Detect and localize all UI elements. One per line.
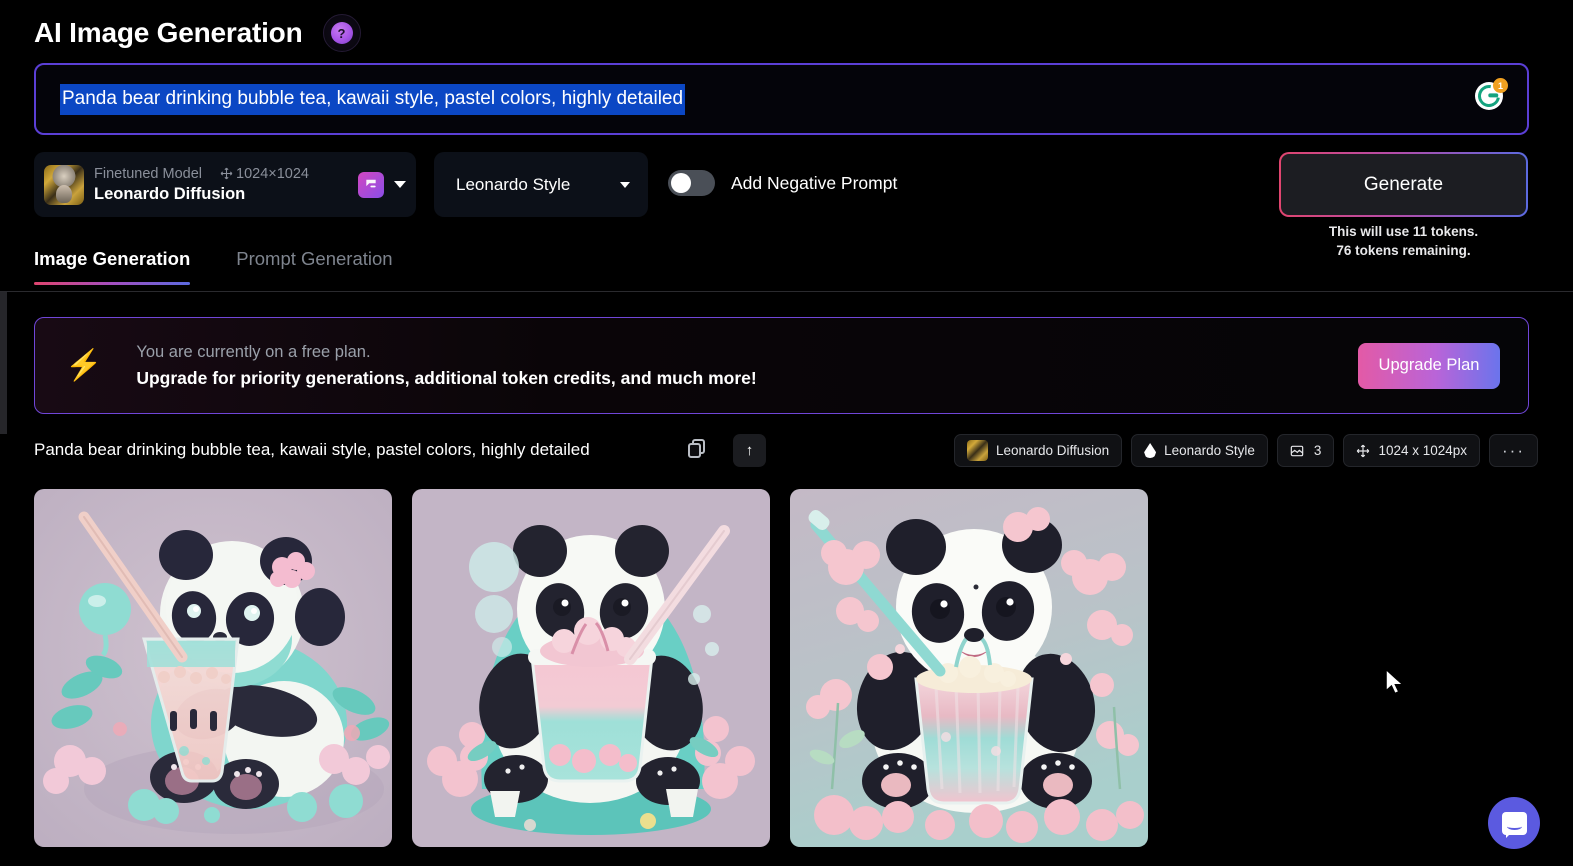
model-thumbnail-icon: [967, 440, 988, 461]
negative-prompt-label: Add Negative Prompt: [731, 173, 897, 194]
chevron-down-icon[interactable]: [620, 182, 630, 188]
model-thumbnail-icon: [44, 165, 84, 205]
token-cost-label: This will use 11 tokens.: [1279, 222, 1528, 241]
model-selector[interactable]: Finetuned Model 1024×1024 Leonardo Diffu…: [34, 152, 416, 217]
question-mark-icon: ?: [331, 22, 353, 44]
images-icon: [1290, 444, 1306, 458]
model-type-label: Finetuned Model: [94, 166, 202, 182]
chip-image-count[interactable]: 3: [1277, 434, 1335, 467]
tab-bar: Image Generation Prompt Generation: [34, 248, 393, 285]
chat-bubble-icon[interactable]: [1488, 797, 1540, 849]
lightning-bolt-icon: ⚡: [65, 351, 102, 381]
chip-style[interactable]: Leonardo Style: [1131, 434, 1268, 467]
token-info: This will use 11 tokens. 76 tokens remai…: [1279, 222, 1528, 260]
panda-boba-illustration-1: [34, 489, 392, 847]
negative-prompt-toggle[interactable]: [668, 170, 715, 196]
move-icon: [220, 167, 233, 180]
arrow-up-icon[interactable]: ↑: [733, 434, 766, 467]
model-dimensions-label: 1024×1024: [236, 166, 309, 182]
panda-boba-illustration-3: [790, 489, 1148, 847]
chip-model-label: Leonardo Diffusion: [996, 443, 1109, 458]
app-root: AI Image Generation ? Panda bear drinkin…: [0, 0, 1573, 866]
generated-image-3[interactable]: [790, 489, 1148, 847]
mouse-pointer-icon: [1386, 670, 1404, 696]
generated-image-2[interactable]: [412, 489, 770, 847]
result-prompt-text: Panda bear drinking bubble tea, kawaii s…: [34, 440, 590, 460]
chevron-down-icon[interactable]: [394, 181, 406, 188]
chip-more-label: ···: [1502, 446, 1525, 456]
more-options-icon[interactable]: ···: [1489, 434, 1538, 467]
chip-image-count-label: 3: [1314, 443, 1322, 458]
page-header: AI Image Generation ?: [34, 14, 361, 52]
token-remaining-label: 76 tokens remaining.: [1279, 241, 1528, 260]
generate-button[interactable]: Generate: [1279, 152, 1528, 217]
left-edge-strip: [0, 292, 7, 434]
grammarly-icon[interactable]: 1: [1475, 82, 1505, 112]
chip-model[interactable]: Leonardo Diffusion: [954, 434, 1122, 467]
style-select[interactable]: Leonardo Style: [434, 152, 648, 217]
model-name-label: Leonardo Diffusion: [94, 185, 348, 204]
banner-plan-label: You are currently on a free plan.: [136, 343, 756, 362]
tab-prompt-generation[interactable]: Prompt Generation: [236, 248, 392, 285]
copy-icon[interactable]: [688, 439, 712, 463]
chip-style-label: Leonardo Style: [1164, 443, 1255, 458]
tab-image-generation[interactable]: Image Generation: [34, 248, 190, 285]
upgrade-banner: ⚡ You are currently on a free plan. Upgr…: [34, 317, 1529, 414]
generated-image-1[interactable]: [34, 489, 392, 847]
preset-icon[interactable]: [358, 172, 384, 198]
prompt-input[interactable]: Panda bear drinking bubble tea, kawaii s…: [34, 63, 1529, 135]
chip-dimensions-label: 1024 x 1024px: [1378, 443, 1467, 458]
droplet-icon: [1144, 443, 1156, 458]
chip-dimensions[interactable]: 1024 x 1024px: [1343, 434, 1480, 467]
result-meta-chips: Leonardo Diffusion Leonardo Style 3 1024…: [954, 434, 1538, 467]
panda-boba-illustration-2: [412, 489, 770, 847]
page-title: AI Image Generation: [34, 17, 303, 49]
grammarly-badge-count: 1: [1493, 78, 1508, 93]
negative-prompt-row[interactable]: Add Negative Prompt: [668, 170, 897, 196]
tab-divider: [0, 291, 1573, 292]
style-select-value: Leonardo Style: [456, 175, 570, 195]
help-button[interactable]: ?: [323, 14, 361, 52]
model-dimensions: 1024×1024: [220, 166, 309, 182]
banner-upgrade-label: Upgrade for priority generations, additi…: [136, 368, 756, 389]
upgrade-plan-button[interactable]: Upgrade Plan: [1358, 343, 1500, 389]
move-icon: [1356, 444, 1370, 458]
image-results-grid: [34, 489, 1148, 847]
generate-button-label: Generate: [1281, 154, 1526, 215]
prompt-input-value[interactable]: Panda bear drinking bubble tea, kawaii s…: [60, 84, 685, 115]
